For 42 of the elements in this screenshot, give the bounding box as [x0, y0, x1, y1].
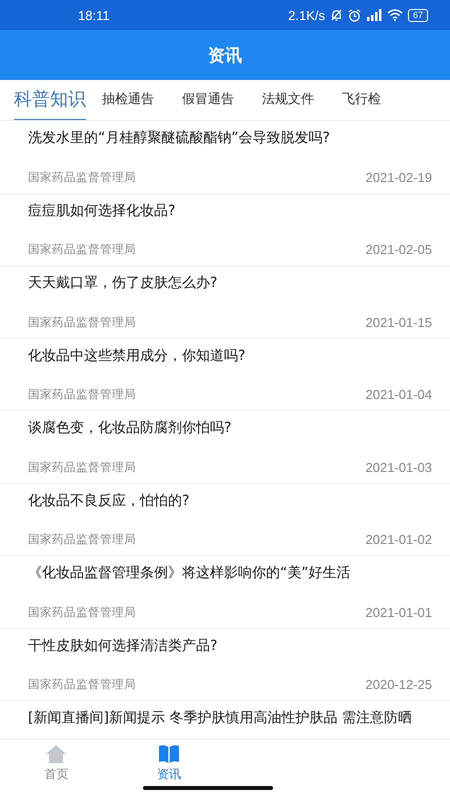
article-title[interactable]: 《化妆品监督管理条例》将这样影响你的“美”好生活: [28, 563, 432, 583]
article-date: 2021-01-04: [366, 387, 432, 402]
article-title[interactable]: 痘痘肌如何选择化妆品?: [28, 200, 432, 220]
nav-item[interactable]: 资讯: [112, 740, 225, 786]
book-icon: [158, 744, 180, 764]
network-speed: 2.1K/s: [288, 8, 325, 22]
article-date: 2020-12-25: [366, 677, 432, 692]
article-source: 国家药品监督管理局: [28, 387, 136, 402]
article-title[interactable]: 谈腐色变，化妆品防腐剂你怕吗?: [28, 418, 432, 438]
article-title[interactable]: 洗发水里的“月桂醇聚醚硫酸酯钠”会导致脱发吗?: [28, 128, 432, 148]
alarm-icon: [348, 8, 361, 22]
article-source: 国家药品监督管理局: [28, 242, 136, 257]
article-title[interactable]: 化妆品不良反应，怕怕的?: [28, 490, 432, 510]
house-icon: [45, 744, 68, 764]
category-tab[interactable]: 抽检通告: [102, 82, 154, 118]
article-date: 2021-01-01: [366, 604, 432, 620]
category-tab[interactable]: 法规文件: [262, 82, 314, 118]
category-tab[interactable]: 飞行检: [342, 82, 381, 118]
article-source: 国家药品监督管理局: [28, 532, 136, 547]
article-date: 2021-01-02: [366, 532, 432, 547]
article-title[interactable]: [新闻直播间]新闻提示 冬季护肤慎用高油性护肤品 需注意防晒: [28, 708, 432, 728]
category-tab[interactable]: 假冒通告: [182, 82, 234, 118]
wifi-icon: [386, 9, 403, 21]
bell-muted-icon: [330, 8, 343, 22]
article-date: 2021-02-19: [366, 170, 432, 184]
article-date: 2021-01-03: [366, 460, 432, 474]
article-date: 2021-01-15: [366, 314, 432, 330]
article-source: 国家药品监督管理局: [28, 170, 136, 184]
article-title[interactable]: 天天戴口罩，伤了皮肤怎么办?: [28, 273, 432, 293]
status-time: 18:11: [78, 8, 110, 22]
signal-icon: [366, 9, 382, 21]
article-source: 国家药品监督管理局: [28, 677, 136, 692]
page-title: 资讯: [208, 44, 242, 66]
battery-indicator: 67: [408, 8, 428, 22]
article-title[interactable]: 化妆品中这些禁用成分，你知道吗?: [28, 346, 432, 366]
article-date: 2021-02-05: [366, 242, 432, 257]
category-tab[interactable]: 科普知识: [14, 80, 86, 120]
article-source: 国家药品监督管理局: [28, 314, 136, 330]
article-source: 国家药品监督管理局: [28, 460, 136, 474]
article-title[interactable]: 干性皮肤如何选择清洁类产品?: [28, 636, 432, 656]
article-source: 国家药品监督管理局: [28, 604, 136, 620]
nav-item[interactable]: 首页: [0, 740, 112, 786]
